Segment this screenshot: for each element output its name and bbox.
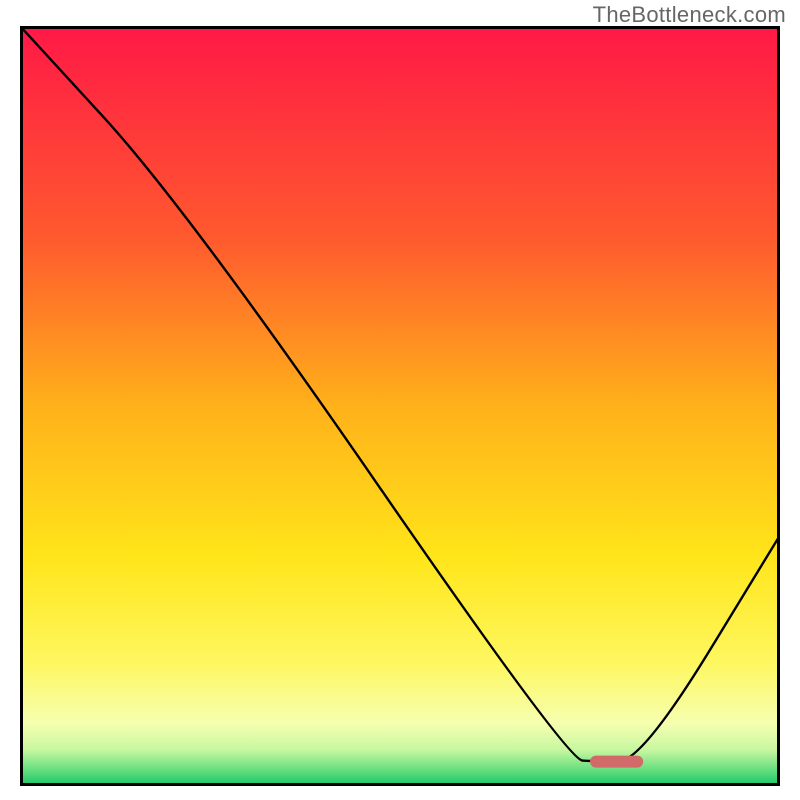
watermark-label: TheBottleneck.com bbox=[593, 2, 786, 28]
gradient-background bbox=[22, 28, 778, 784]
chart-canvas bbox=[20, 26, 780, 786]
minimum-marker bbox=[590, 756, 643, 768]
chart-svg bbox=[20, 26, 780, 786]
